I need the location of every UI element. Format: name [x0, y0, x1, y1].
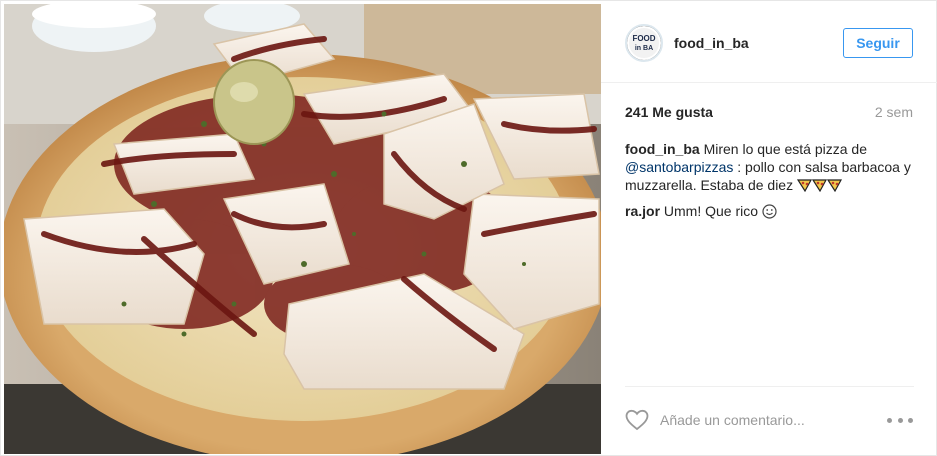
- comment-text: Umm! Que rico: [663, 203, 759, 219]
- dot: [897, 417, 903, 423]
- post-caption: food_in_ba Miren lo que está pizza de @s…: [625, 140, 917, 196]
- post-footer: [625, 386, 914, 454]
- smiley-face-icon: [762, 204, 777, 223]
- dot: [887, 417, 892, 423]
- add-comment-input[interactable]: [660, 409, 870, 431]
- pizza-slice-icon: [826, 179, 842, 193]
- post-photo[interactable]: [4, 4, 601, 454]
- more-options-icon[interactable]: [887, 412, 913, 428]
- caption-mention-link[interactable]: @santobarpizzas: [625, 159, 733, 175]
- pizza-photo: [4, 4, 601, 454]
- username[interactable]: food_in_ba: [674, 35, 749, 51]
- post-modal: FOOD in BA food_in_ba Seguir 241 Me gust…: [0, 0, 937, 456]
- heart-outline-icon[interactable]: [625, 409, 649, 431]
- pizza-slice-icon: [811, 179, 827, 193]
- food-in-ba-logo-icon: FOOD in BA: [627, 26, 661, 60]
- post-time[interactable]: 2 sem: [875, 104, 913, 120]
- dot: [908, 417, 913, 423]
- caption-text-before: Miren lo que está pizza de: [703, 141, 867, 157]
- svg-text:in BA: in BA: [635, 45, 653, 52]
- follow-button[interactable]: Seguir: [843, 28, 913, 58]
- post-details-panel: FOOD in BA food_in_ba Seguir 241 Me gust…: [601, 1, 937, 456]
- likes-count[interactable]: 241 Me gusta: [625, 104, 713, 120]
- pizza-slice-icon: [796, 179, 812, 193]
- pizza-emojis: [796, 178, 843, 196]
- caption-author[interactable]: food_in_ba: [625, 141, 700, 157]
- avatar[interactable]: FOOD in BA: [625, 24, 663, 62]
- comment-item: ra.jor Umm! Que rico: [625, 202, 917, 223]
- post-header: FOOD in BA food_in_ba Seguir: [601, 1, 937, 83]
- svg-text:FOOD: FOOD: [632, 34, 655, 43]
- comment-author[interactable]: ra.jor: [625, 203, 660, 219]
